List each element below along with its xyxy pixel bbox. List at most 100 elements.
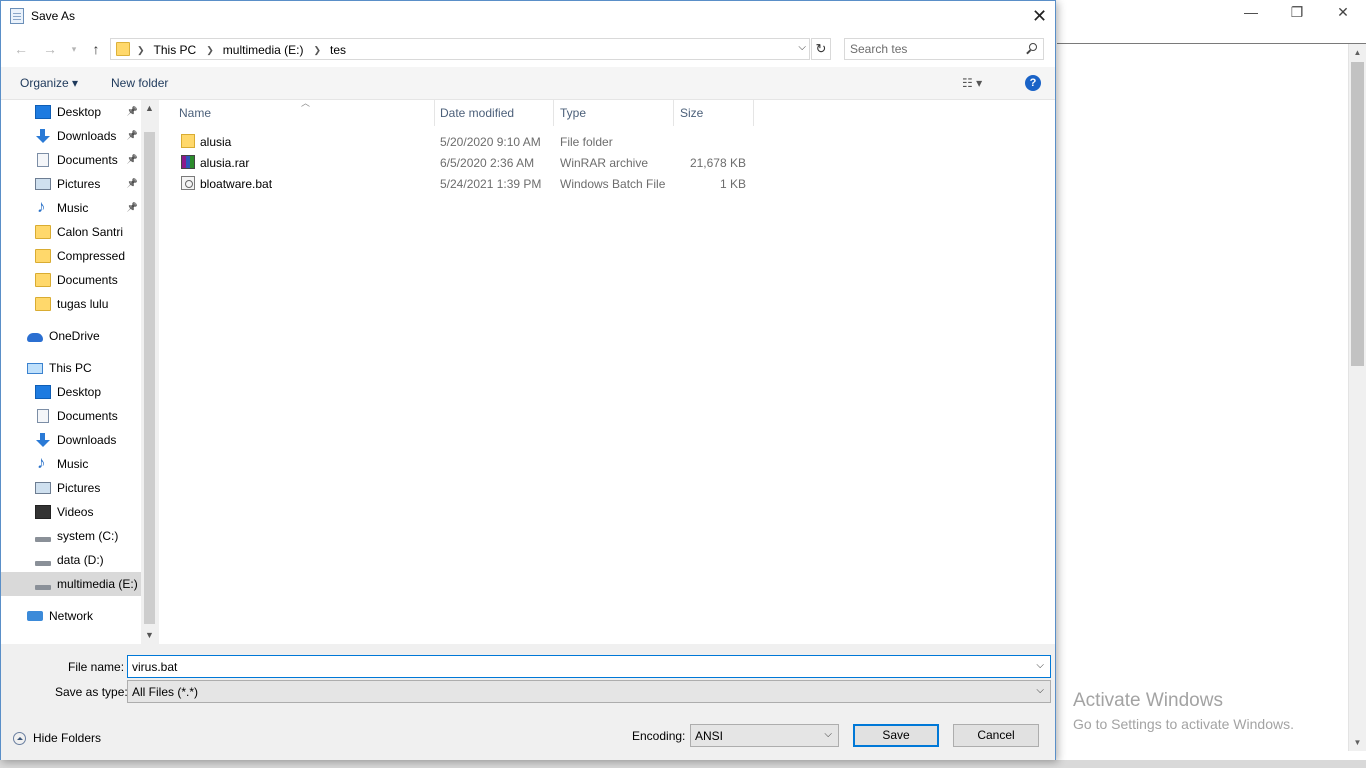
chevron-right-icon[interactable]: ❯ [137, 45, 145, 56]
table-row[interactable]: alusia.rar 6/5/2020 2:36 AM WinRAR archive… [173, 152, 753, 173]
sidebar-item-downloads[interactable]: Downloads 📌 [1, 124, 141, 148]
sidebar-item-downloads[interactable]: Downloads [1, 428, 141, 452]
scroll-up-arrow-icon[interactable]: ▲ [1349, 44, 1366, 61]
breadcrumb-tes[interactable]: tes [330, 43, 346, 57]
sidebar-item-label: Documents [57, 273, 118, 287]
chevron-down-icon[interactable]: ⌵ [824, 729, 832, 740]
navigation-row: ← → ▾ ↑ ❯ This PC ❯ multimedia (E:) ❯ te… [1, 32, 1055, 67]
sidebar-item-label: This PC [49, 361, 92, 375]
drive-icon [35, 560, 51, 566]
search-input[interactable] [850, 41, 1020, 57]
sidebar-item-label: Network [49, 609, 94, 623]
chevron-right-icon[interactable]: ❯ [206, 45, 214, 56]
table-row[interactable]: bloatware.bat 5/24/2021 1:39 PM Windows Ba… [173, 173, 753, 194]
back-arrow-icon[interactable]: ← [12, 41, 30, 57]
pin-icon: 📌 [126, 106, 138, 116]
address-dropdown-chevron-icon[interactable]: ⌵ [798, 42, 806, 53]
chevron-down-icon[interactable]: ⌵ [1036, 660, 1044, 671]
maximize-button[interactable]: ❐ [1274, 0, 1320, 24]
sidebar-item-system-c[interactable]: system (C:) [1, 524, 141, 548]
file-name-input[interactable] [132, 659, 1012, 675]
breadcrumb-multimedia[interactable]: multimedia (E:) [223, 43, 304, 57]
folder-icon [35, 249, 51, 263]
music-icon [35, 197, 51, 217]
folder-icon [116, 42, 130, 56]
scroll-down-arrow-icon[interactable]: ▼ [141, 627, 158, 644]
sidebar-item-documents[interactable]: Documents 📌 [1, 148, 141, 172]
file-name-label: File name: [68, 660, 125, 674]
sidebar-item-label: data (D:) [57, 553, 104, 567]
desktop-icon [35, 385, 51, 399]
new-folder-button[interactable]: New folder [111, 76, 168, 90]
close-window-button[interactable]: ✕ [1320, 0, 1366, 24]
chevron-right-icon[interactable]: ❯ [313, 45, 321, 56]
sidebar-item-music[interactable]: Music [1, 452, 141, 476]
pin-icon: 📌 [126, 154, 138, 164]
help-icon[interactable]: ? [1025, 75, 1041, 91]
sidebar-item-network[interactable]: Network [1, 604, 141, 628]
down-icon [35, 433, 51, 447]
cancel-button[interactable]: Cancel [953, 724, 1039, 747]
column-header-date[interactable]: Date modified [434, 100, 554, 126]
folder-file-icon [181, 134, 195, 148]
sidebar-item-multimedia-e[interactable]: multimedia (E:) [1, 572, 141, 596]
sidebar-item-this-pc[interactable]: This PC [1, 356, 141, 380]
address-bar[interactable]: ❯ This PC ❯ multimedia (E:) ❯ tes ⌵ [110, 38, 810, 60]
watermark-title: Activate Windows [1073, 690, 1223, 711]
save-type-value: All Files (*.*) [132, 685, 199, 699]
breadcrumb-this-pc[interactable]: This PC [154, 43, 197, 57]
sidebar-item-desktop[interactable]: Desktop 📌 [1, 100, 141, 124]
sidebar-item-calon-santri[interactable]: Calon Santri [1, 220, 141, 244]
sidebar-item-tugas-lulu[interactable]: tugas lulu [1, 292, 141, 316]
file-name: bloatware.bat [200, 177, 273, 191]
file-name-combobox[interactable]: ⌵ [127, 655, 1051, 678]
recent-locations-chevron-icon[interactable]: ▾ [65, 41, 83, 57]
sidebar-item-label: Pictures [57, 177, 101, 191]
table-row[interactable]: alusia 5/20/2020 9:10 AM File folder [173, 131, 753, 152]
forward-arrow-icon[interactable]: → [41, 41, 59, 57]
nav-pane-scrollbar[interactable]: ▲ ▼ [141, 100, 158, 644]
organize-button[interactable]: Organize ▾ [20, 76, 78, 90]
sidebar-item-onedrive[interactable]: OneDrive [1, 324, 141, 348]
scrollbar-thumb[interactable] [144, 132, 155, 624]
background-vertical-scrollbar[interactable]: ▲ ▼ [1348, 44, 1366, 751]
dialog-titlebar[interactable]: Save As ✕ [1, 1, 1055, 32]
sidebar-item-label: Videos [57, 505, 94, 519]
save-button[interactable]: Save [853, 724, 939, 747]
sidebar-item-data-d[interactable]: data (D:) [1, 548, 141, 572]
scroll-down-arrow-icon[interactable]: ▼ [1349, 734, 1366, 751]
sidebar-item-videos[interactable]: Videos [1, 500, 141, 524]
sidebar-item-pictures[interactable]: Pictures [1, 476, 141, 500]
file-date-modified: 6/5/2020 2:36 AM [440, 156, 535, 170]
sidebar-item-pictures[interactable]: Pictures 📌 [1, 172, 141, 196]
encoding-value: ANSI [695, 729, 724, 743]
save-type-select[interactable]: All Files (*.*) ⌵ [127, 680, 1051, 703]
pic-icon [35, 178, 51, 190]
scroll-up-arrow-icon[interactable]: ▲ [141, 100, 158, 117]
sidebar-item-documents[interactable]: Documents [1, 268, 141, 292]
hide-folders-button[interactable]: Hide Folders [13, 731, 101, 745]
file-type: File folder [560, 135, 613, 149]
sidebar-item-compressed[interactable]: Compressed [1, 244, 141, 268]
bat-file-icon [181, 176, 195, 190]
sidebar-item-desktop[interactable]: Desktop [1, 380, 141, 404]
sidebar-item-documents[interactable]: Documents [1, 404, 141, 428]
search-box[interactable] [844, 38, 1044, 60]
background-window-controls: — ❐ ✕ [1228, 0, 1366, 24]
sidebar-item-label: Music [57, 201, 89, 215]
minimize-button[interactable]: — [1228, 0, 1274, 24]
search-icon[interactable] [1029, 43, 1037, 51]
desktop-icon [35, 105, 51, 119]
pin-icon: 📌 [126, 178, 138, 188]
chevron-down-icon[interactable]: ⌵ [1036, 685, 1044, 696]
doc-icon [37, 153, 49, 167]
refresh-icon[interactable]: ↻ [811, 38, 831, 60]
column-header-type[interactable]: Type [554, 100, 674, 126]
dialog-close-button[interactable]: ✕ [1024, 1, 1055, 32]
sidebar-item-music[interactable]: Music 📌 [1, 196, 141, 220]
scrollbar-thumb[interactable] [1351, 62, 1364, 366]
column-header-size[interactable]: Size [674, 100, 754, 126]
up-arrow-icon[interactable]: ↑ [87, 41, 105, 57]
change-view-button[interactable]: ☷ ▾ [962, 76, 982, 90]
encoding-select[interactable]: ANSI ⌵ [690, 724, 839, 747]
